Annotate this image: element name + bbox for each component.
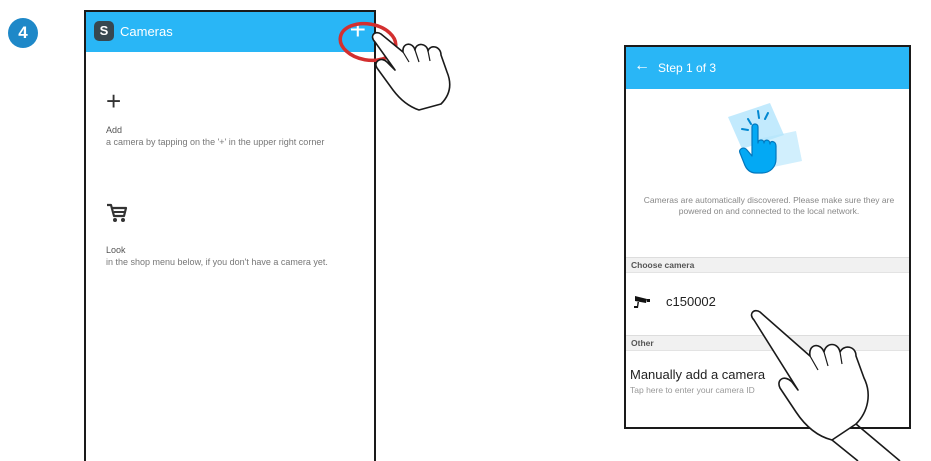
app-header: S Cameras +: [86, 12, 374, 52]
look-section-title: Look: [106, 245, 126, 255]
security-camera-icon: [634, 296, 650, 308]
look-section-description: in the shop menu below, if you don't hav…: [106, 257, 328, 267]
step-title: Step 1 of 3: [658, 61, 717, 75]
arrow-left-icon[interactable]: ←: [634, 57, 650, 75]
step-header: ← Step 1 of 3: [626, 47, 909, 89]
app-logo: S: [94, 21, 114, 41]
tap-hand-pointer-icon: [338, 21, 451, 111]
camera-name: c150002: [666, 294, 716, 309]
step-number-badge: 4: [8, 18, 38, 48]
add-section-title: Add: [106, 125, 123, 135]
touch-discover-icon: [728, 103, 802, 174]
phone-screen-cameras: S Cameras + + Add a camera by tapping on…: [84, 10, 376, 461]
header-title: Cameras: [120, 24, 173, 39]
cart-icon: [107, 203, 128, 222]
choose-camera-header: Choose camera: [626, 257, 909, 273]
manual-add-subtitle: Tap here to enter your camera ID: [630, 385, 755, 395]
discovery-info-text: Cameras are automatically discovered. Pl…: [643, 195, 895, 216]
add-section-description: a camera by tapping on the '+' in the up…: [106, 137, 325, 147]
tap-hand-pointer-icon: [750, 309, 901, 461]
plus-icon: +: [106, 86, 122, 116]
